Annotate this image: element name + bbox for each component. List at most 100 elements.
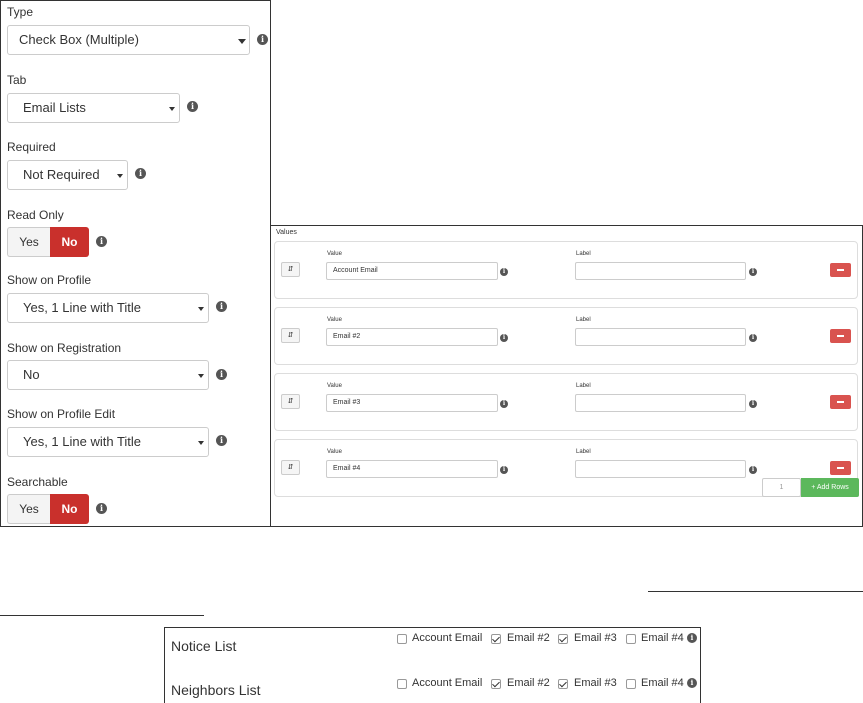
info-icon[interactable]: i bbox=[749, 334, 757, 342]
minus-icon bbox=[837, 269, 844, 271]
show-on-profile-edit-select[interactable]: Yes, 1 Line with Title bbox=[7, 427, 209, 457]
checkbox-label: Account Email bbox=[412, 632, 483, 644]
divider bbox=[0, 615, 204, 616]
show-on-registration-select[interactable]: No bbox=[7, 360, 209, 390]
list-name: Notice List bbox=[171, 638, 237, 654]
sort-handle-icon[interactable]: ⇵ bbox=[281, 460, 300, 475]
value-row: ⇵ Value Account Email i Label i bbox=[274, 241, 858, 299]
label-input[interactable] bbox=[575, 262, 746, 280]
remove-row-button[interactable] bbox=[830, 329, 851, 343]
chevron-down-icon bbox=[117, 174, 123, 178]
value-label: Value bbox=[327, 317, 342, 323]
type-select[interactable]: Check Box (Multiple) bbox=[7, 25, 250, 55]
read-only-yes-button[interactable]: Yes bbox=[7, 227, 50, 257]
chevron-down-icon bbox=[198, 307, 204, 311]
value-label: Value bbox=[327, 383, 342, 389]
info-icon[interactable]: i bbox=[749, 268, 757, 276]
type-select-value: Check Box (Multiple) bbox=[19, 32, 139, 47]
label-label: Label bbox=[576, 449, 591, 455]
values-title: Values bbox=[276, 229, 297, 236]
checkbox-label: Email #3 bbox=[574, 632, 617, 644]
remove-row-button[interactable] bbox=[830, 461, 851, 475]
tab-select[interactable]: Email Lists bbox=[7, 93, 180, 123]
value-input[interactable]: Email #4 bbox=[326, 460, 498, 478]
info-icon[interactable]: i bbox=[257, 34, 268, 45]
checkbox[interactable] bbox=[626, 679, 636, 689]
type-label: Type bbox=[7, 5, 34, 19]
label-label: Label bbox=[576, 317, 591, 323]
row-count-input[interactable]: 1 bbox=[762, 478, 801, 497]
minus-icon bbox=[837, 467, 844, 469]
checkbox[interactable] bbox=[491, 679, 501, 689]
field-settings-panel: Type Check Box (Multiple) i Tab Email Li… bbox=[0, 0, 271, 527]
checkbox[interactable] bbox=[626, 634, 636, 644]
info-icon[interactable]: i bbox=[687, 678, 697, 688]
searchable-no-button[interactable]: No bbox=[50, 494, 89, 524]
info-icon[interactable]: i bbox=[749, 466, 757, 474]
value-input[interactable]: Email #3 bbox=[326, 394, 498, 412]
show-on-profile-value: Yes, 1 Line with Title bbox=[23, 300, 142, 315]
value-input[interactable]: Account Email bbox=[326, 262, 498, 280]
checkbox[interactable] bbox=[397, 634, 407, 644]
searchable-toggle: Yes No bbox=[7, 494, 89, 524]
chevron-down-icon bbox=[238, 39, 246, 44]
checkbox-label: Account Email bbox=[412, 677, 483, 689]
label-input[interactable] bbox=[575, 328, 746, 346]
checkbox[interactable] bbox=[558, 679, 568, 689]
email-lists-preview: Notice List Account Email Email #2 Email… bbox=[164, 627, 701, 703]
list-name: Neighbors List bbox=[171, 682, 261, 698]
checkbox[interactable] bbox=[491, 634, 501, 644]
checkbox[interactable] bbox=[558, 634, 568, 644]
show-on-profile-select[interactable]: Yes, 1 Line with Title bbox=[7, 293, 209, 323]
checkbox-label: Email #2 bbox=[507, 677, 550, 689]
searchable-label: Searchable bbox=[7, 475, 68, 489]
chevron-down-icon bbox=[198, 374, 204, 378]
info-icon[interactable]: i bbox=[96, 503, 107, 514]
info-icon[interactable]: i bbox=[216, 369, 227, 380]
checkbox-label: Email #2 bbox=[507, 632, 550, 644]
tab-select-value: Email Lists bbox=[23, 100, 86, 115]
show-on-profile-edit-label: Show on Profile Edit bbox=[7, 407, 116, 421]
divider bbox=[648, 591, 863, 592]
value-input[interactable]: Email #2 bbox=[326, 328, 498, 346]
add-rows-button[interactable]: + Add Rows bbox=[801, 478, 859, 497]
checkbox[interactable] bbox=[397, 679, 407, 689]
label-label: Label bbox=[576, 251, 591, 257]
info-icon[interactable]: i bbox=[187, 101, 198, 112]
label-label: Label bbox=[576, 383, 591, 389]
value-row: ⇵ Value Email #2 i Label i bbox=[274, 307, 858, 365]
value-row: ⇵ Value Email #3 i Label i bbox=[274, 373, 858, 431]
info-icon[interactable]: i bbox=[216, 301, 227, 312]
info-icon[interactable]: i bbox=[500, 466, 508, 474]
searchable-yes-button[interactable]: Yes bbox=[7, 494, 50, 524]
values-panel: Values ⇵ Value Account Email i Label i ⇵… bbox=[270, 225, 863, 527]
sort-handle-icon[interactable]: ⇵ bbox=[281, 328, 300, 343]
minus-icon bbox=[837, 335, 844, 337]
chevron-down-icon bbox=[198, 441, 204, 445]
required-label: Required bbox=[7, 140, 56, 154]
show-on-registration-label: Show on Registration bbox=[7, 341, 122, 355]
info-icon[interactable]: i bbox=[687, 633, 697, 643]
read-only-label: Read Only bbox=[7, 208, 64, 222]
info-icon[interactable]: i bbox=[135, 168, 146, 179]
checkbox-label: Email #3 bbox=[574, 677, 617, 689]
sort-handle-icon[interactable]: ⇵ bbox=[281, 394, 300, 409]
label-input[interactable] bbox=[575, 394, 746, 412]
required-select[interactable]: Not Required bbox=[7, 160, 128, 190]
sort-handle-icon[interactable]: ⇵ bbox=[281, 262, 300, 277]
info-icon[interactable]: i bbox=[216, 435, 227, 446]
checkbox-label: Email #4 bbox=[641, 677, 684, 689]
info-icon[interactable]: i bbox=[500, 268, 508, 276]
read-only-no-button[interactable]: No bbox=[50, 227, 89, 257]
value-label: Value bbox=[327, 449, 342, 455]
remove-row-button[interactable] bbox=[830, 263, 851, 277]
info-icon[interactable]: i bbox=[96, 236, 107, 247]
info-icon[interactable]: i bbox=[500, 334, 508, 342]
show-on-profile-label: Show on Profile bbox=[7, 273, 92, 287]
label-input[interactable] bbox=[575, 460, 746, 478]
tab-label: Tab bbox=[7, 73, 27, 87]
info-icon[interactable]: i bbox=[749, 400, 757, 408]
info-icon[interactable]: i bbox=[500, 400, 508, 408]
required-select-value: Not Required bbox=[23, 167, 100, 182]
remove-row-button[interactable] bbox=[830, 395, 851, 409]
